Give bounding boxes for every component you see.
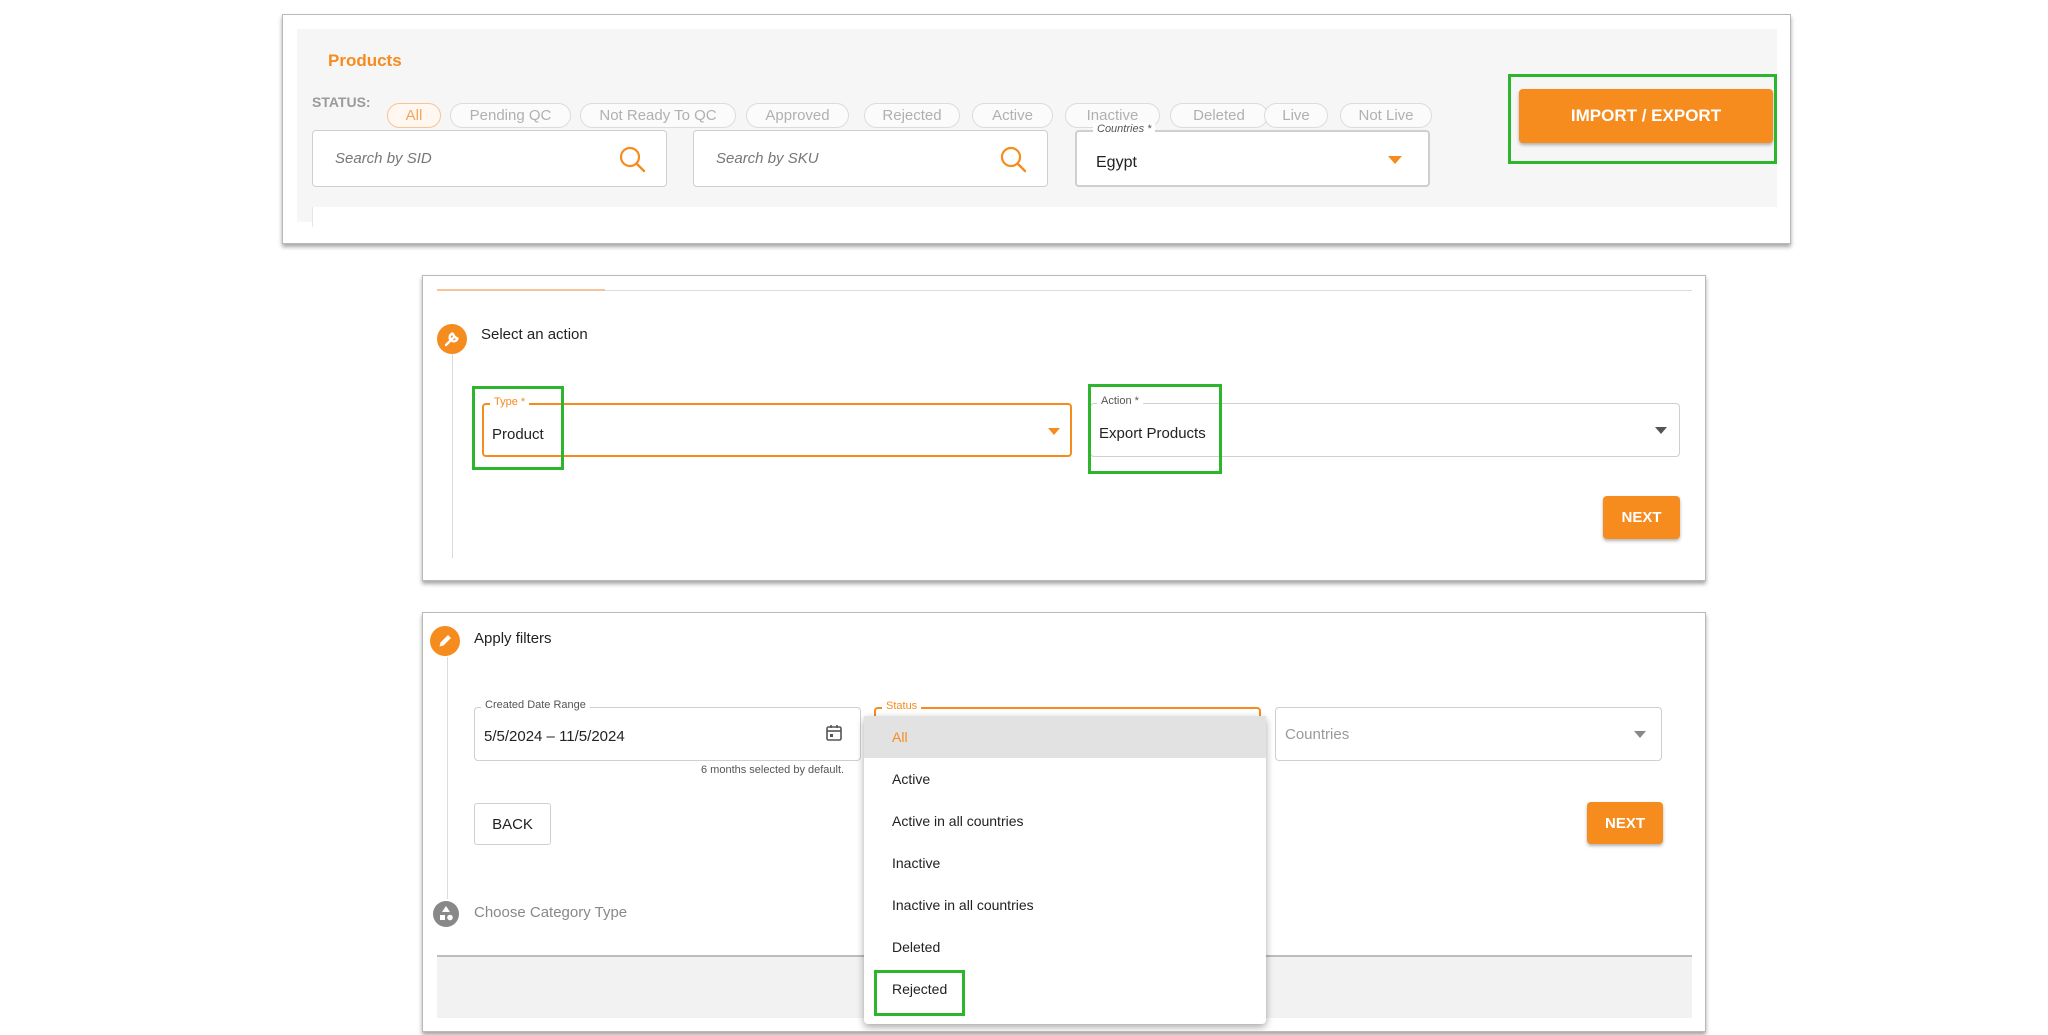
status-option-deleted[interactable]: Deleted (864, 926, 1266, 968)
caret-down-icon (1048, 428, 1060, 435)
status-chip-active[interactable]: Active (972, 103, 1053, 128)
step-title-apply-filters: Apply filters (474, 630, 552, 647)
select-action-panel: Select an action Type * Product Action *… (422, 275, 1706, 581)
status-option-inactive-in-all-countries[interactable]: Inactive in all countries (864, 884, 1266, 926)
step-title-choose-category: Choose Category Type (474, 904, 628, 921)
type-label: Type * (490, 396, 530, 408)
apply-filters-panel: Apply filters Created Date Range 5/5/202… (422, 612, 1706, 1032)
step-connector-line (447, 657, 448, 899)
wrench-icon (437, 324, 467, 354)
status-option-all[interactable]: All (864, 716, 1266, 758)
step-title-select-action: Select an action (481, 326, 588, 343)
date-range-input[interactable]: Created Date Range 5/5/2024 – 11/5/2024 (474, 699, 861, 761)
page-title: Products (328, 51, 402, 70)
shapes-icon (433, 901, 459, 927)
search-sid-placeholder: Search by SID (335, 150, 432, 167)
type-select[interactable]: Type * Product (482, 396, 1072, 457)
stepper-top-line-active (437, 289, 605, 291)
status-label: STATUS: (312, 94, 371, 110)
calendar-icon[interactable] (825, 724, 843, 742)
status-chip-approved[interactable]: Approved (746, 103, 849, 128)
search-sku-placeholder: Search by SKU (716, 150, 819, 167)
pencil-icon (430, 626, 460, 656)
search-icon[interactable] (999, 145, 1027, 173)
status-option-rejected[interactable]: Rejected (864, 968, 1266, 1010)
countries-value: Egypt (1096, 154, 1137, 171)
caret-down-icon (1655, 427, 1667, 434)
status-label: Status (882, 700, 922, 712)
status-chip-live[interactable]: Live (1264, 103, 1328, 128)
status-chip-not-live[interactable]: Not Live (1340, 103, 1432, 128)
date-range-value: 5/5/2024 – 11/5/2024 (484, 728, 625, 745)
date-range-helper: 6 months selected by default. (701, 764, 845, 776)
action-label: Action * (1097, 395, 1143, 407)
status-chip-all[interactable]: All (387, 103, 441, 128)
status-chip-pending-qc[interactable]: Pending QC (450, 103, 571, 128)
type-value: Product (492, 426, 544, 443)
list-top-edge (312, 207, 1777, 227)
next-button[interactable]: NEXT (1587, 802, 1663, 844)
products-panel: Products STATUS: All Pending QC Not Read… (282, 14, 1791, 244)
caret-down-icon (1634, 731, 1646, 738)
search-sid-input[interactable]: Search by SID (312, 130, 667, 187)
status-option-inactive[interactable]: Inactive (864, 842, 1266, 884)
status-chip-rejected[interactable]: Rejected (864, 103, 960, 128)
status-dropdown-menu: All Active Active in all countries Inact… (864, 716, 1266, 1024)
status-chip-deleted[interactable]: Deleted (1170, 103, 1268, 128)
next-button[interactable]: NEXT (1603, 496, 1680, 539)
action-select[interactable]: Action * Export Products (1090, 395, 1680, 457)
search-icon[interactable] (618, 145, 646, 173)
import-export-button[interactable]: IMPORT / EXPORT (1519, 89, 1773, 143)
back-button[interactable]: BACK (474, 803, 551, 845)
stepper-top-line (437, 290, 1692, 291)
status-option-active[interactable]: Active (864, 758, 1266, 800)
action-value: Export Products (1099, 425, 1206, 442)
status-chip-not-ready-to-qc[interactable]: Not Ready To QC (580, 103, 736, 128)
countries-placeholder: Countries (1285, 726, 1350, 743)
caret-down-icon (1388, 156, 1402, 164)
step-connector-line (452, 336, 453, 558)
status-option-active-in-all-countries[interactable]: Active in all countries (864, 800, 1266, 842)
countries-select[interactable]: Countries * Egypt (1075, 123, 1430, 187)
date-range-label: Created Date Range (481, 699, 590, 711)
countries-select[interactable]: Countries (1275, 707, 1662, 761)
countries-label: Countries * (1093, 123, 1156, 135)
search-sku-input[interactable]: Search by SKU (693, 130, 1048, 187)
